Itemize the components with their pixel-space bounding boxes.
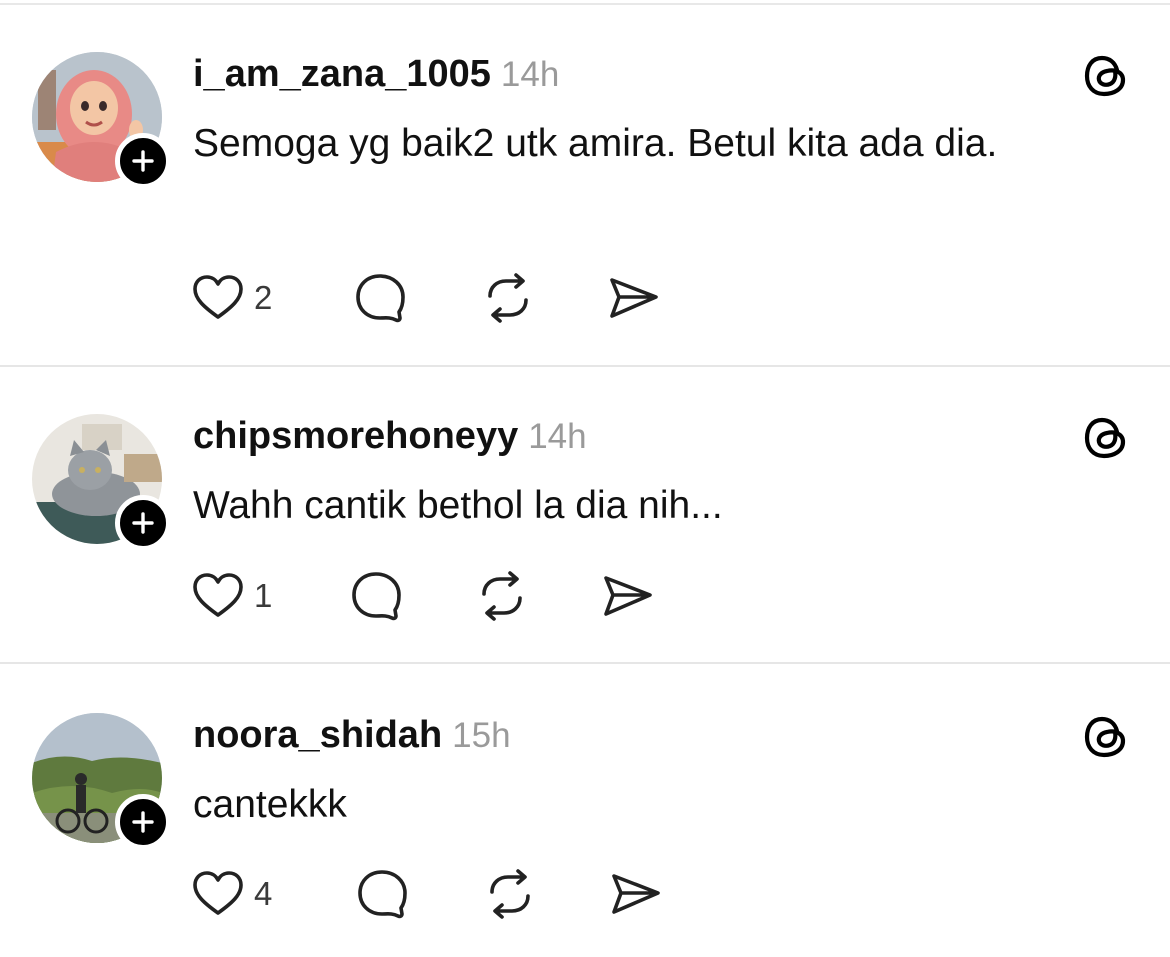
plus-icon	[132, 811, 154, 833]
reply-button[interactable]	[354, 866, 410, 922]
send-icon	[612, 874, 660, 914]
like-count: 1	[254, 577, 273, 614]
follow-button[interactable]	[115, 133, 171, 189]
like-count: 2	[254, 279, 273, 316]
threads-logo-icon[interactable]	[1082, 414, 1130, 462]
plus-icon	[132, 150, 154, 172]
threads-logo-icon[interactable]	[1082, 52, 1130, 100]
share-button[interactable]	[606, 270, 662, 326]
username[interactable]: noora_shidah 15h	[193, 713, 511, 758]
heart-icon	[193, 573, 243, 617]
like-count: 4	[254, 875, 273, 912]
post-text: cantekkk	[193, 783, 347, 826]
avatar-container	[32, 713, 171, 850]
repost-button[interactable]	[482, 866, 538, 922]
username-text[interactable]: noora_shidah	[193, 714, 442, 756]
repost-button[interactable]	[474, 568, 530, 624]
repost-button[interactable]	[480, 270, 536, 326]
threads-logo-icon[interactable]	[1082, 713, 1130, 761]
comment-bubble-icon	[352, 572, 401, 621]
top-divider	[0, 3, 1170, 5]
post-divider	[0, 365, 1170, 367]
plus-icon	[132, 512, 154, 534]
timestamp: 15h	[452, 716, 511, 755]
send-icon	[604, 576, 652, 616]
heart-icon	[193, 275, 243, 319]
username[interactable]: chipsmorehoneyy 14h	[193, 414, 587, 459]
avatar-container	[32, 414, 171, 551]
share-button[interactable]	[600, 568, 656, 624]
send-icon	[610, 278, 658, 318]
timestamp: 14h	[500, 55, 560, 94]
timestamp: 14h	[528, 417, 587, 456]
like-button[interactable]: 1	[190, 568, 272, 624]
repost-icon	[482, 571, 522, 621]
follow-button[interactable]	[115, 495, 171, 551]
repost-icon	[490, 869, 530, 919]
like-button[interactable]: 2	[190, 270, 272, 326]
post-divider	[0, 662, 1170, 664]
post-text: Semoga yg baik2 utk amira. Betul kita ad…	[193, 122, 998, 165]
follow-button[interactable]	[115, 794, 171, 850]
like-button[interactable]: 4	[190, 866, 272, 922]
reply-button[interactable]	[348, 568, 404, 624]
username-text[interactable]: chipsmorehoneyy	[193, 415, 518, 457]
post-text: Wahh cantik bethol la dia nih...	[193, 484, 723, 527]
share-button[interactable]	[608, 866, 664, 922]
username-text[interactable]: i_am_zana_1005	[193, 53, 491, 95]
avatar-container	[32, 52, 171, 189]
username[interactable]: i_am_zana_1005 14h	[193, 52, 559, 97]
comment-bubble-icon	[358, 870, 407, 919]
comment-bubble-icon	[356, 274, 405, 323]
reply-button[interactable]	[352, 270, 408, 326]
heart-icon	[193, 871, 243, 915]
repost-icon	[488, 273, 528, 323]
